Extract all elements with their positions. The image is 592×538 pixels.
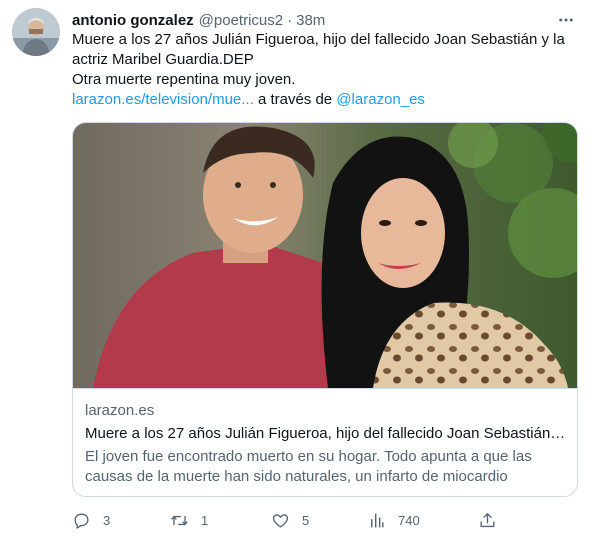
avatar[interactable] <box>12 8 60 56</box>
views-button[interactable]: 740 <box>367 508 420 532</box>
like-button[interactable]: 5 <box>271 508 309 532</box>
via-handle[interactable]: @larazon_es <box>336 91 425 108</box>
tweet-text-line1: Muere a los 27 años Julián Figueroa, hij… <box>72 31 565 68</box>
views-icon <box>371 512 384 528</box>
card-image[interactable] <box>73 123 577 388</box>
separator: · <box>287 11 293 29</box>
reply-button[interactable]: 3 <box>72 508 110 532</box>
retweet-count: 1 <box>201 512 209 528</box>
retweet-button[interactable]: 1 <box>170 508 208 532</box>
share-button[interactable] <box>478 508 497 532</box>
tweet-actions: 3 1 5 740 <box>72 508 578 532</box>
author-name[interactable]: antonio gonzalez <box>72 12 194 29</box>
retweet-icon <box>171 515 188 525</box>
reply-icon <box>74 512 89 529</box>
views-count: 740 <box>398 512 420 528</box>
tweet-text-line2: Otra muerte repentina muy joven. <box>72 71 296 88</box>
tweet-time[interactable]: 38m <box>296 12 325 29</box>
tweet-text: Muere a los 27 años Julián Figueroa, hij… <box>72 30 578 110</box>
card-description: El joven fue encontrado muerto en su hog… <box>85 448 532 485</box>
like-icon <box>272 513 289 528</box>
card-title: Muere a los 27 años Julián Figueroa, hij… <box>85 425 569 442</box>
author-handle[interactable]: @poetricus2 <box>199 12 283 29</box>
more-icon[interactable] <box>554 10 578 30</box>
link-card[interactable]: larazon.es Muere a los 27 años Julián Fi… <box>72 122 578 497</box>
tweet-link-line: larazon.es/television/mue... a través de… <box>72 90 578 110</box>
share-icon <box>480 512 495 527</box>
card-info[interactable]: larazon.es Muere a los 27 años Julián Fi… <box>73 388 577 496</box>
reply-count: 3 <box>103 512 111 528</box>
via-text: a través de <box>257 91 333 108</box>
tweet-header: antonio gonzalez @poetricus2 · 38m <box>72 10 578 30</box>
tweet: antonio gonzalez @poetricus2 · 38m Muere… <box>0 0 592 538</box>
card-domain: larazon.es <box>85 402 155 419</box>
like-count: 5 <box>302 512 310 528</box>
tweet-link[interactable]: larazon.es/television/mue... <box>72 91 254 108</box>
